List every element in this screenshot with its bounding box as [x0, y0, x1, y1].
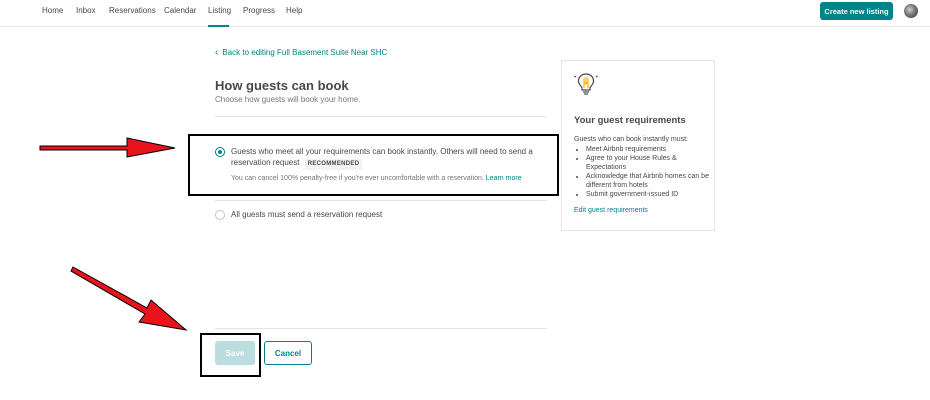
- lightbulb-icon: [574, 73, 598, 95]
- divider: [215, 200, 547, 201]
- guest-requirements-card: Your guest requirements Guests who can b…: [561, 60, 715, 231]
- radio-request-only[interactable]: [215, 210, 225, 220]
- arrow-to-save: [70, 266, 188, 331]
- nav-item-listing[interactable]: Listing: [208, 6, 231, 15]
- list-item: Acknowledge that Airbnb homes can be dif…: [586, 172, 716, 190]
- edit-guest-requirements-link[interactable]: Edit guest requirements: [574, 207, 648, 214]
- back-to-editing-link[interactable]: ‹ Back to editing Full Basement Suite Ne…: [215, 46, 388, 58]
- divider: [215, 328, 547, 329]
- highlight-box-option: [188, 134, 559, 196]
- top-nav: Home Inbox Reservations Calendar Listing…: [0, 0, 930, 27]
- nav-item-home[interactable]: Home: [42, 6, 63, 15]
- nav-item-progress[interactable]: Progress: [243, 6, 275, 15]
- nav-item-inbox[interactable]: Inbox: [76, 6, 96, 15]
- cancel-button[interactable]: Cancel: [264, 341, 312, 365]
- divider: [215, 116, 547, 117]
- active-tab-indicator: [208, 25, 229, 27]
- page-title: How guests can book: [215, 78, 349, 93]
- card-intro: Guests who can book instantly must:: [574, 136, 688, 143]
- arrow-to-option: [39, 137, 176, 158]
- chevron-left-icon: ‹: [215, 46, 219, 58]
- requirements-list: Meet Airbnb requirements Agree to your H…: [574, 145, 716, 199]
- create-new-listing-button[interactable]: Create new listing: [820, 2, 893, 20]
- nav-item-help[interactable]: Help: [286, 6, 302, 15]
- nav-item-reservations[interactable]: Reservations: [109, 6, 156, 15]
- card-title: Your guest requirements: [574, 115, 686, 126]
- highlight-box-save: [200, 333, 261, 377]
- option-request-only[interactable]: All guests must send a reservation reque…: [215, 209, 382, 220]
- list-item: Meet Airbnb requirements: [586, 145, 716, 154]
- option-request-only-label: All guests must send a reservation reque…: [231, 210, 383, 219]
- nav-item-calendar[interactable]: Calendar: [164, 6, 196, 15]
- list-item: Submit government-issued ID: [586, 190, 716, 199]
- page-subtitle: Choose how guests will book your home.: [215, 95, 361, 104]
- list-item: Agree to your House Rules & Expectations: [586, 154, 716, 172]
- avatar[interactable]: [904, 4, 918, 18]
- back-link-label: Back to editing Full Basement Suite Near…: [222, 48, 388, 57]
